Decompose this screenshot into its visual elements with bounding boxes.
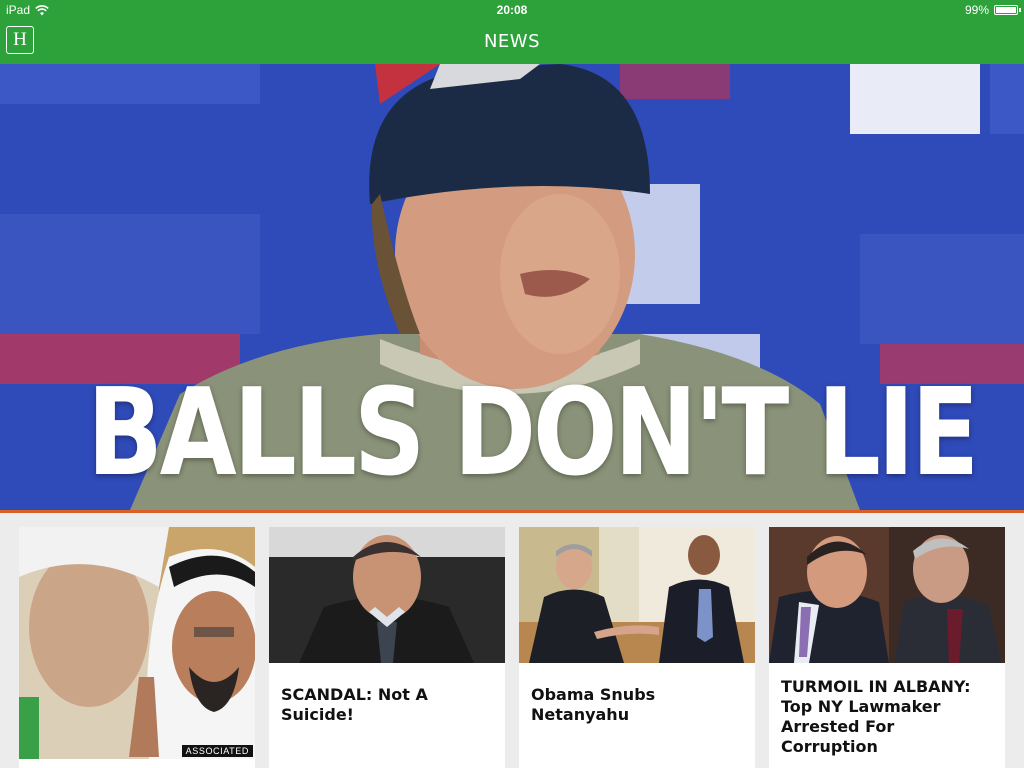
nav-bar: H NEWS — [0, 20, 1024, 64]
story-title: Obama Snubs Netanyahu — [531, 685, 656, 724]
story-card-obama[interactable]: Obama Snubs Netanyahu — [519, 527, 755, 768]
battery-fill — [996, 7, 1016, 13]
story-photo-scandal — [269, 527, 505, 663]
story-title: TURMOIL IN ALBANY: Top NY Lawmaker Arres… — [781, 677, 971, 756]
story-image-albany — [769, 527, 1005, 663]
app-screen: iPad 20:08 99% H NEWS BALLS DON'T LIE AS… — [0, 0, 1024, 768]
story-photo-albany — [769, 527, 1005, 663]
story-title: SCANDAL: Not A Suicide! — [281, 685, 428, 724]
battery-percent: 99% — [964, 3, 989, 17]
story-photo-saudi-king — [19, 527, 255, 759]
hero-story[interactable]: BALLS DON'T LIE — [0, 64, 1024, 510]
top-bar: iPad 20:08 99% H NEWS — [0, 0, 1024, 64]
story-cards: ASSOCIATED SCANDAL: Not A Suicide! Obama… — [0, 513, 1024, 768]
story-card-albany[interactable]: TURMOIL IN ALBANY: Top NY Lawmaker Arres… — [769, 527, 1005, 768]
story-image-scandal — [269, 527, 505, 663]
story-image-obama — [519, 527, 755, 663]
status-right: 99% — [964, 3, 1021, 17]
story-photo-obama — [519, 527, 755, 663]
story-image-saudi-king: ASSOCIATED — [19, 527, 255, 759]
status-bar: iPad 20:08 99% — [0, 0, 1024, 20]
photo-credit: ASSOCIATED — [181, 745, 253, 757]
nav-title: NEWS — [483, 31, 541, 52]
hero-headline: BALLS DON'T LIE — [87, 364, 979, 503]
story-card-scandal[interactable]: SCANDAL: Not A Suicide! — [269, 527, 505, 768]
story-card-saudi-king[interactable]: ASSOCIATED — [19, 527, 255, 768]
battery-icon — [994, 5, 1021, 15]
status-time: 20:08 — [496, 3, 528, 17]
